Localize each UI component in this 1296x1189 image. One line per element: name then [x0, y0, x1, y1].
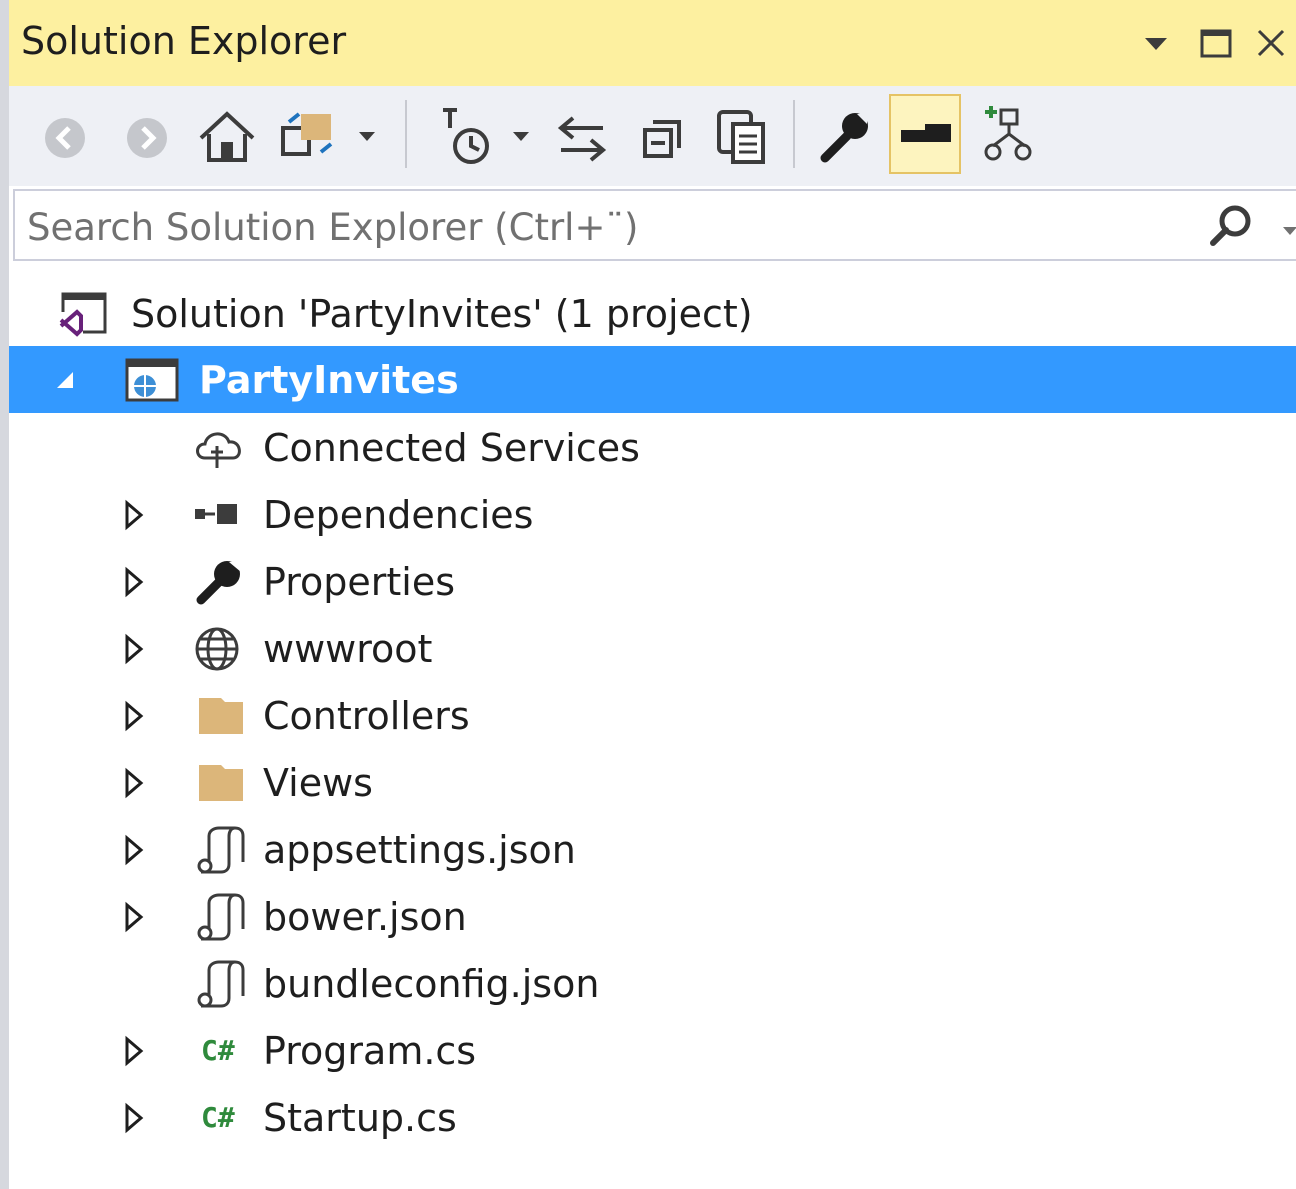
cloud-connected-icon	[191, 424, 247, 472]
tree-node-label: Views	[263, 761, 373, 805]
tree-node-label: PartyInvites	[199, 358, 459, 402]
expand-arrow-icon[interactable]	[119, 700, 149, 732]
search-input[interactable]	[27, 205, 1177, 249]
pending-changes-dropdown-icon[interactable]	[507, 94, 537, 174]
tree-node-label: bower.json	[263, 895, 467, 939]
expand-arrow-icon[interactable]	[119, 767, 149, 799]
tree-node-views[interactable]: Views	[9, 749, 1296, 816]
tree-node-label: appsettings.json	[263, 828, 576, 872]
panel-title: Solution Explorer	[21, 19, 347, 63]
pending-changes-filter-icon[interactable]	[433, 94, 505, 174]
switch-views-dropdown-icon[interactable]	[353, 94, 383, 174]
back-icon[interactable]	[31, 94, 103, 174]
tree-node-label: Properties	[263, 560, 456, 604]
tree-node-label: Program.cs	[263, 1029, 477, 1073]
tree-node-startup[interactable]: C# Startup.cs	[9, 1084, 1296, 1151]
json-file-icon	[191, 893, 247, 941]
tree-node-dependencies[interactable]: Dependencies	[9, 481, 1296, 548]
tree-node-solution[interactable]: Solution 'PartyInvites' (1 project)	[9, 280, 1296, 347]
maximize-icon[interactable]	[1195, 22, 1239, 66]
show-all-files-icon[interactable]	[707, 94, 779, 174]
folder-icon	[191, 759, 247, 807]
toolbar-separator	[793, 100, 795, 168]
wrench-icon	[191, 558, 247, 606]
tree-node-connected-services[interactable]: Connected Services	[9, 414, 1296, 481]
search-options-dropdown-icon[interactable]	[1277, 205, 1296, 255]
tree-node-label: Dependencies	[263, 493, 534, 537]
tree-node-label: Startup.cs	[263, 1096, 457, 1140]
csharp-file-icon: C#	[201, 1034, 235, 1067]
tree-node-label: bundleconfig.json	[263, 962, 600, 1006]
solution-explorer-panel: Solution Explorer Search Solution Explor…	[0, 0, 1296, 1189]
tree-node-project[interactable]: PartyInvites	[9, 346, 1296, 413]
tree-node-properties[interactable]: Properties	[9, 548, 1296, 615]
toolbar	[9, 86, 1296, 186]
web-project-icon	[123, 356, 179, 404]
forward-icon[interactable]	[111, 94, 183, 174]
expand-arrow-icon[interactable]	[119, 1035, 149, 1067]
json-file-icon	[191, 960, 247, 1008]
search-icon[interactable]	[1205, 201, 1255, 251]
title-bar[interactable]: Solution Explorer	[9, 0, 1296, 86]
visual-studio-solution-icon	[57, 290, 113, 338]
home-icon[interactable]	[191, 94, 263, 174]
preview-selected-items-icon[interactable]	[889, 94, 961, 174]
tree-node-label: Controllers	[263, 694, 470, 738]
tree-node-appsettings[interactable]: appsettings.json	[9, 816, 1296, 883]
tree-node-wwwroot[interactable]: wwwroot	[9, 615, 1296, 682]
close-icon[interactable]	[1249, 22, 1293, 66]
collapse-all-icon[interactable]	[627, 94, 699, 174]
expand-arrow-icon[interactable]	[119, 834, 149, 866]
expand-arrow-icon[interactable]	[119, 566, 149, 598]
tree-node-bundleconfig[interactable]: bundleconfig.json	[9, 950, 1296, 1017]
properties-icon[interactable]	[811, 94, 883, 174]
collapse-arrow-icon[interactable]	[53, 364, 83, 396]
globe-icon	[191, 625, 247, 673]
tree-node-label: Solution 'PartyInvites' (1 project)	[131, 292, 753, 336]
folder-icon	[191, 692, 247, 740]
sync-active-document-icon[interactable]	[547, 94, 619, 174]
window-position-dropdown-icon[interactable]	[1135, 22, 1179, 66]
tree-node-label: wwwroot	[263, 627, 433, 671]
switch-views-icon[interactable]	[271, 94, 343, 174]
tree-node-label: Connected Services	[263, 426, 640, 470]
view-class-diagram-icon[interactable]	[967, 94, 1039, 174]
expand-arrow-icon[interactable]	[119, 633, 149, 665]
tree-node-bower[interactable]: bower.json	[9, 883, 1296, 950]
expand-arrow-icon[interactable]	[119, 499, 149, 531]
expand-arrow-icon[interactable]	[119, 1102, 149, 1134]
tree-node-program[interactable]: C# Program.cs	[9, 1017, 1296, 1084]
csharp-file-icon: C#	[201, 1101, 235, 1134]
tree-node-controllers[interactable]: Controllers	[9, 682, 1296, 749]
expand-arrow-icon[interactable]	[119, 901, 149, 933]
json-file-icon	[191, 826, 247, 874]
toolbar-separator	[405, 100, 407, 168]
search-bar	[13, 189, 1296, 261]
dependencies-icon	[191, 491, 247, 539]
